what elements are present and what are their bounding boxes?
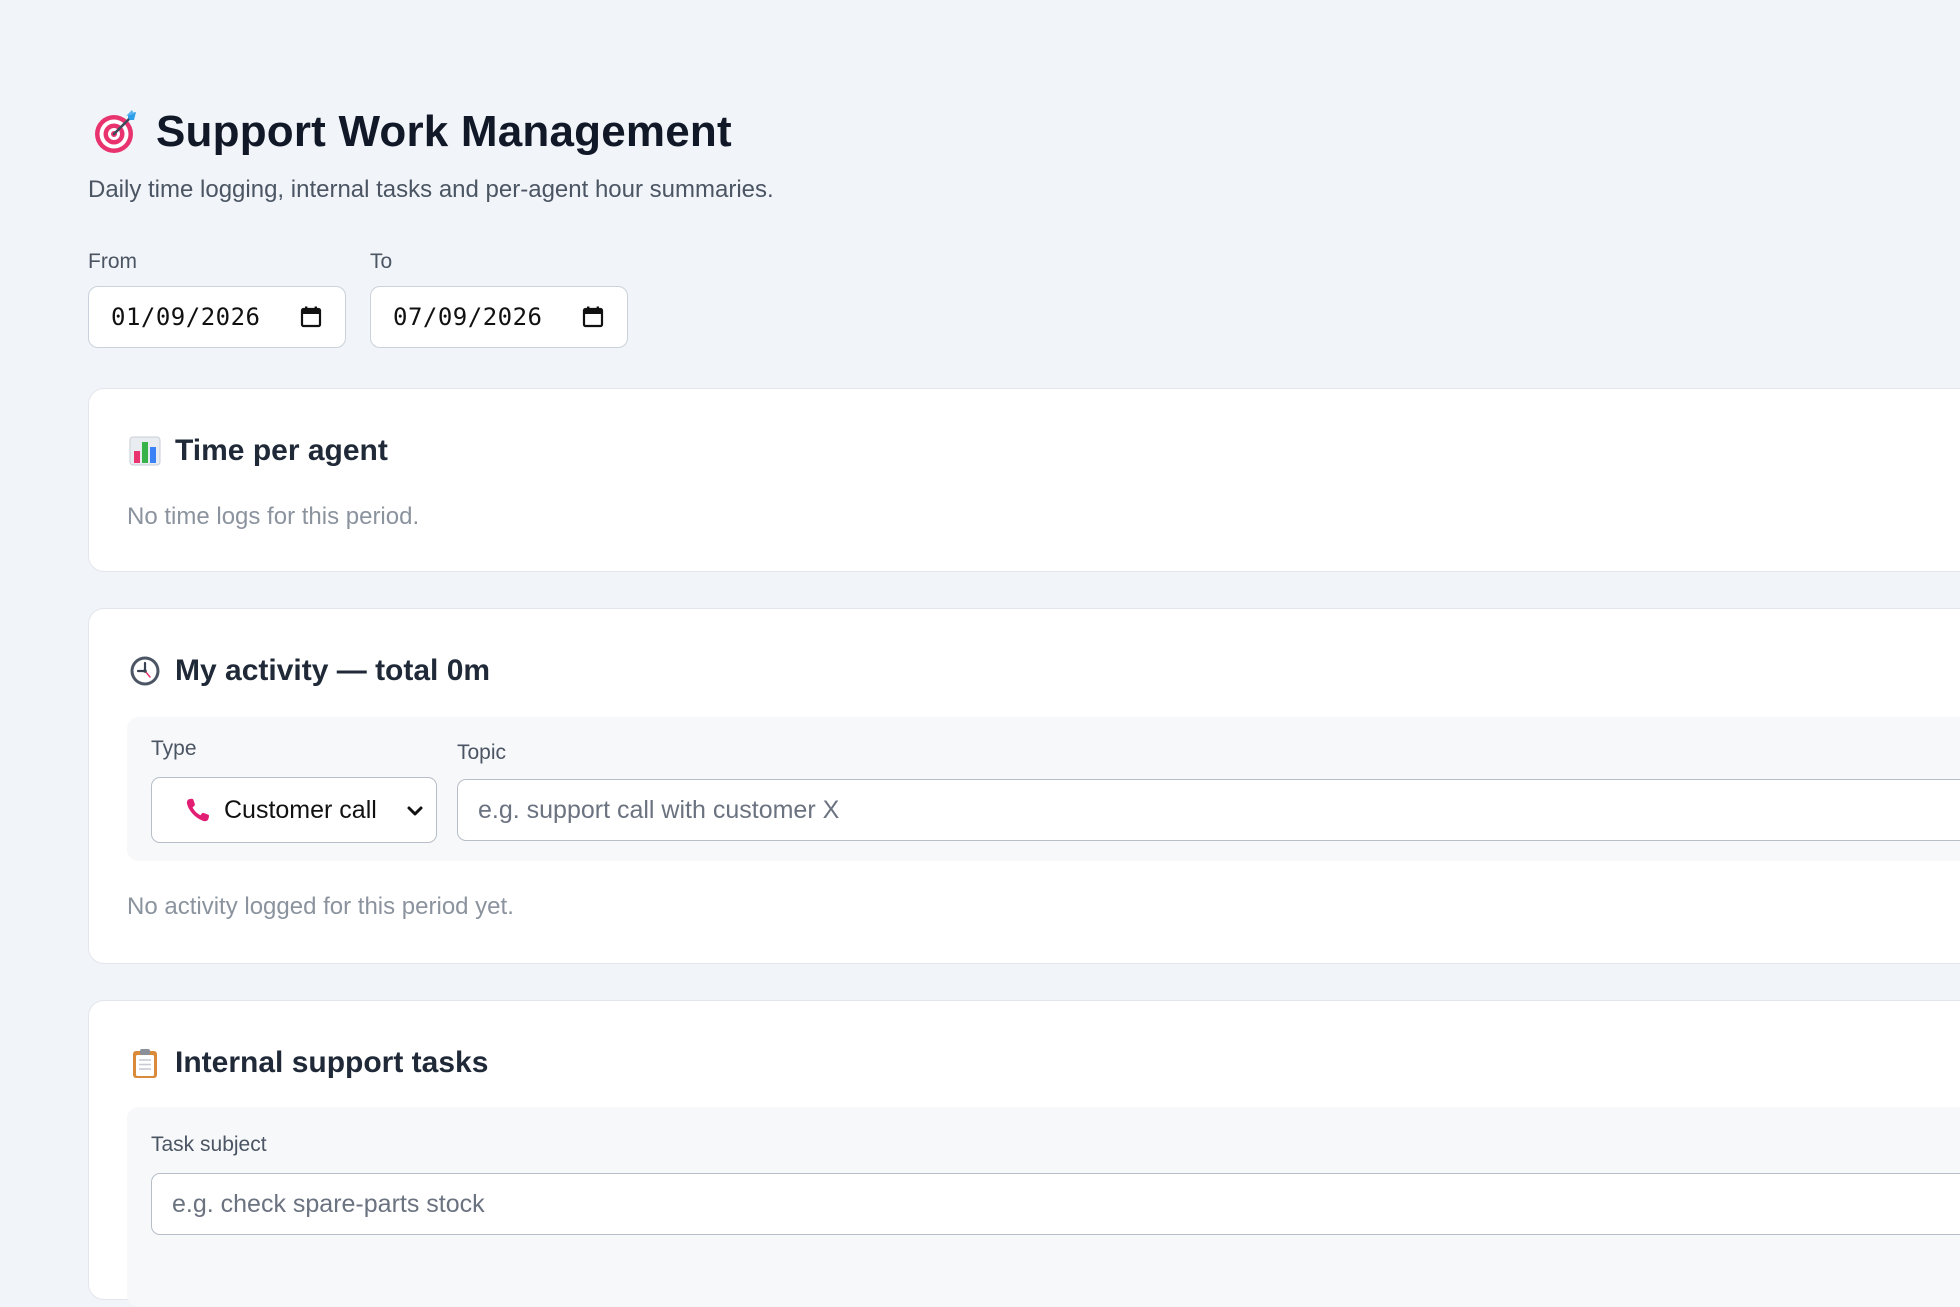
to-date-value: 07/09/2026 [393, 303, 543, 331]
time-per-agent-card: Time per agent No time logs for this per… [88, 388, 1960, 572]
from-date-input[interactable]: 01/09/2026 [88, 286, 346, 348]
calendar-icon[interactable] [581, 305, 605, 329]
page-header: Support Work Management [92, 104, 732, 160]
to-label: To [370, 250, 393, 273]
clipboard-icon [129, 1047, 161, 1079]
my-activity-header: My activity — total 0m [129, 651, 490, 691]
telephone-receiver-icon [184, 796, 212, 824]
type-select[interactable]: Customer call [151, 777, 437, 843]
type-label: Type [151, 737, 197, 760]
target-dart-icon [92, 108, 140, 156]
time-per-agent-header: Time per agent [129, 431, 388, 471]
empty-state-text: No activity logged for this period yet. [127, 893, 514, 920]
page-subtitle: Daily time logging, internal tasks and p… [88, 176, 774, 203]
activity-form: Type Customer call Topic e.g. support ca… [127, 717, 1960, 861]
bar-chart-icon [129, 435, 161, 467]
chevron-down-icon[interactable] [404, 800, 426, 822]
card-title: My activity — total 0m [175, 654, 491, 687]
internal-tasks-card: Internal support tasks Task subject e.g.… [88, 1000, 1960, 1307]
page: Support Work Management Daily time loggi… [88, 0, 1960, 1307]
task-subject-placeholder: e.g. check spare-parts stock [172, 1189, 485, 1218]
topic-placeholder: e.g. support call with customer X [478, 795, 840, 824]
topic-label: Topic [457, 741, 507, 764]
empty-state-text: No time logs for this period. [127, 503, 420, 530]
card-title: Internal support tasks [175, 1046, 489, 1079]
task-form: Task subject e.g. check spare-parts stoc… [127, 1107, 1960, 1307]
from-label: From [88, 250, 137, 273]
task-subject-input[interactable]: e.g. check spare-parts stock [151, 1173, 1960, 1235]
topic-input[interactable]: e.g. support call with customer X [457, 779, 1960, 841]
type-select-value: Customer call [224, 795, 377, 824]
from-date-value: 01/09/2026 [111, 303, 261, 331]
task-subject-label: Task subject [151, 1133, 267, 1156]
to-date-input[interactable]: 07/09/2026 [370, 286, 628, 348]
clock-icon [129, 655, 161, 687]
page-title: Support Work Management [156, 107, 732, 156]
internal-tasks-header: Internal support tasks [129, 1043, 488, 1083]
my-activity-card: My activity — total 0m Type Customer cal… [88, 608, 1960, 964]
card-title: Time per agent [175, 434, 388, 467]
calendar-icon[interactable] [299, 305, 323, 329]
